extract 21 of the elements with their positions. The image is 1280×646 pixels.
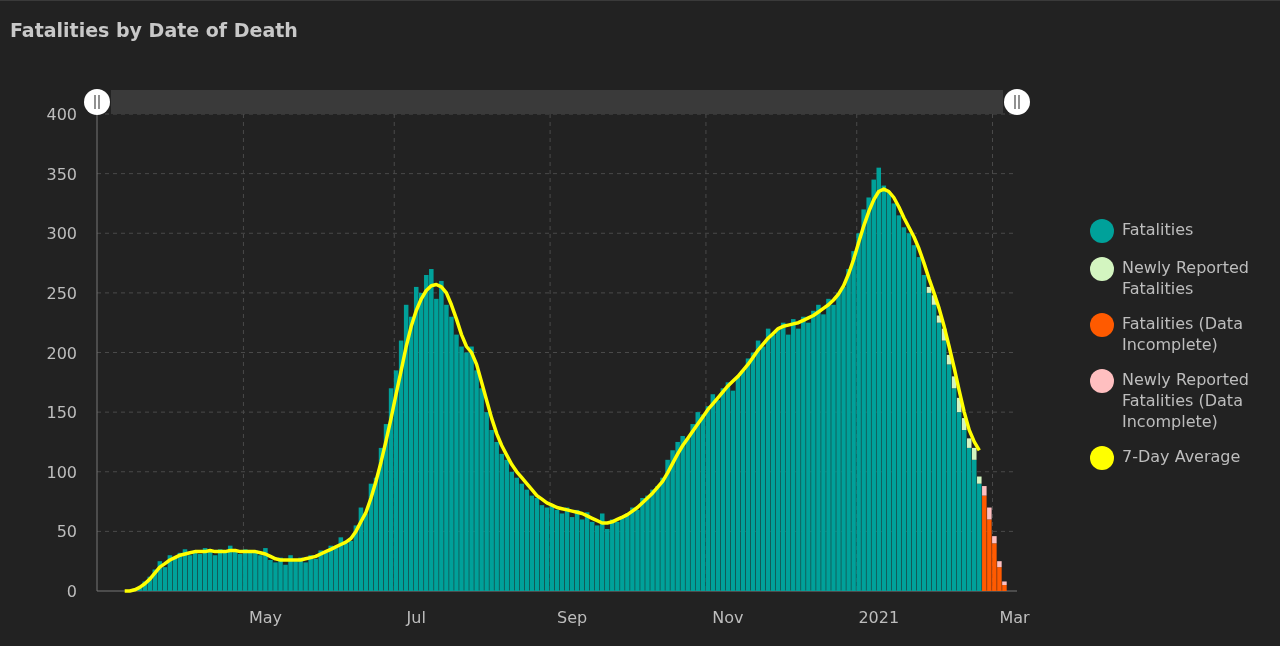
y-tick-label: 0 [66, 582, 77, 601]
legend-label: Fatalities (Data Incomplete) [1122, 313, 1244, 355]
x-tick-label: May [248, 608, 282, 627]
x-tick-label: 2021 [858, 608, 900, 627]
y-tick-label: 250 [46, 283, 77, 303]
y-tick-label: 350 [46, 164, 77, 184]
legend-label: Newly Reported Fatalities [1122, 257, 1250, 299]
x-tick-label: Mar [999, 608, 1030, 627]
y-tick-label: 400 [46, 105, 77, 124]
y-tick-label: 200 [46, 343, 77, 363]
x-tick-label: Jul [406, 608, 426, 627]
y-tick-label: 150 [46, 403, 77, 423]
x-tick-label: Nov [712, 608, 744, 627]
legend-label: Newly Reported Fatalities (Data Incomplete) [1122, 369, 1250, 432]
chart-title: Fatalities by Date of Death [10, 19, 298, 41]
y-tick-label: 300 [46, 224, 77, 244]
y-tick-label: 100 [46, 462, 77, 482]
x-tick-label: Sep [557, 608, 588, 627]
legend-label: 7-Day Average [1122, 446, 1242, 467]
y-tick-label: 50 [56, 522, 77, 542]
legend-label: Fatalities [1122, 219, 1195, 240]
